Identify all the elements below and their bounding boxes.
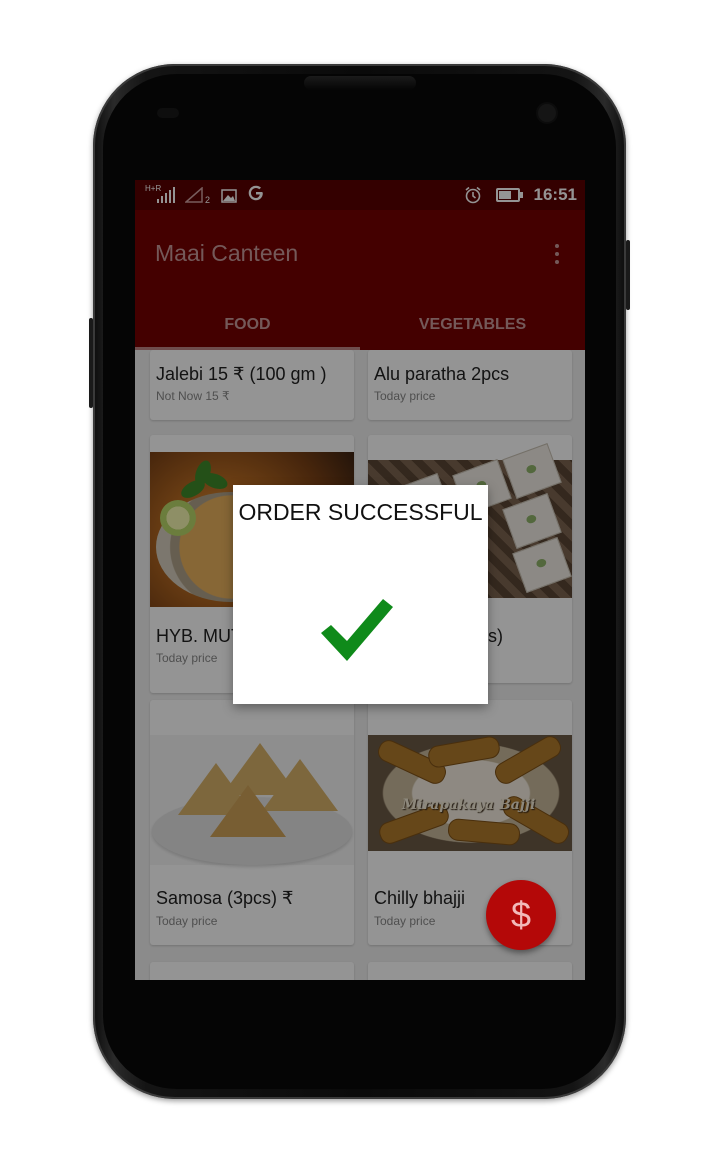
device-screen: H+R 2 16:51 Maai Canteen FOOD VEGETABLES… <box>135 180 585 980</box>
front-camera <box>538 104 556 122</box>
dialog-title: ORDER SUCCESSFUL <box>238 499 483 525</box>
order-success-dialog: ORDER SUCCESSFUL <box>233 485 488 704</box>
checkout-fab[interactable]: $ <box>486 880 556 950</box>
earpiece-speaker <box>304 76 416 90</box>
power-button <box>626 240 630 310</box>
proximity-sensor <box>157 108 179 118</box>
checkmark-icon <box>321 599 393 661</box>
volume-button <box>89 318 93 408</box>
